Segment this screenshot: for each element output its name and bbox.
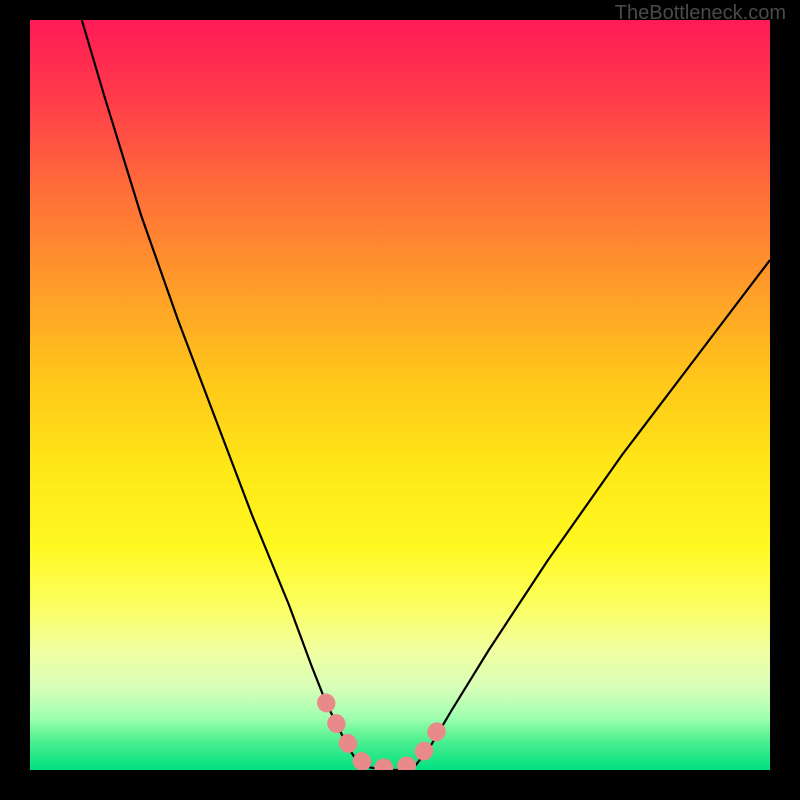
marker-band [326,703,437,768]
series-left-curve [82,20,363,766]
chart-lines [82,20,770,770]
watermark-text: TheBottleneck.com [615,2,786,25]
series-right-curve [415,260,770,766]
chart-svg [30,20,770,770]
chart-markers [326,703,437,768]
series-flat-bottom [363,766,415,770]
chart-background [30,20,770,770]
